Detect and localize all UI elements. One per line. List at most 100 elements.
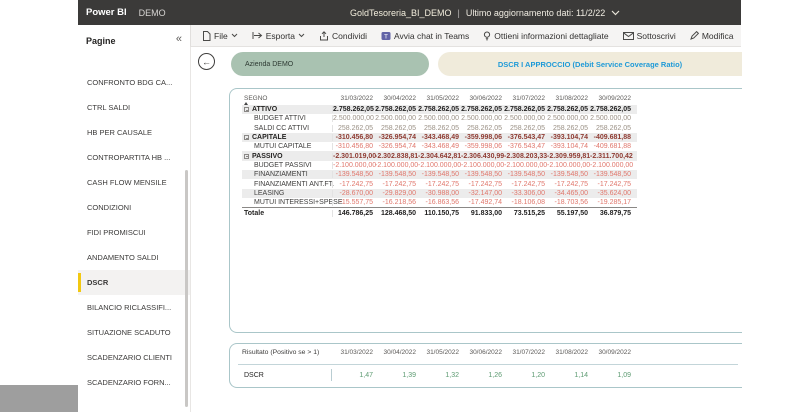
row-label: SALDI CC ATTIVI [254,124,310,132]
matrix-cell: -139.548,50 [550,171,588,179]
chevron-down-icon[interactable] [611,10,620,16]
title-separator: | [457,7,460,18]
matrix-column-header[interactable]: 31/07/2022 [504,95,547,102]
matrix-cell: -2.100.000,00 [461,161,505,169]
matrix-column-header[interactable]: 30/04/2022 [375,95,418,102]
sidebar-item-label: CONDIZIONI [87,203,132,212]
file-icon [202,30,211,41]
sidebar-item-scadenzario-clienti[interactable]: SCADENZARIO CLIENTI [78,345,190,370]
subscribe-icon [622,31,634,40]
sidebar-item-ctrl-saldi[interactable]: CTRL SALDI [78,95,190,120]
matrix-row-finanziamenti-ant-ft: FINANZIAMENTI ANT.FT. -17.242,75 -17.242,7… [242,179,637,188]
matrix-cell: -28.670,00 [332,189,375,197]
corner-label: SEGNO [244,95,268,102]
toolbar-avvia-chat-teams-button[interactable]: T Avvia chat in Teams [376,29,474,43]
company-slicer[interactable]: Azienda DEMO [231,52,429,76]
sidebar-item-fidi-promiscui[interactable]: FIDI PROMISCUI [78,220,190,245]
matrix-header-row: SEGNO 31/03/2022 30/04/2022 31/05/2022 30/06… [242,92,637,105]
collapse-row-icon[interactable] [244,135,249,141]
matrix-cell: -17.492,74 [468,199,502,207]
row-label: BUDGET ATTIVI [254,115,306,123]
report-toolbar: File Esporta Condividi T Avvia chat in Teams… [190,25,741,47]
share-icon [319,30,329,41]
matrix-cell: -19.285,17 [597,199,631,207]
toolbar-informazioni-button[interactable]: Ottieni informazioni dettagliate [478,29,613,43]
pages-list: CONFRONTO BDG CA... CTRL SALDI HB PER CAUS… [78,70,190,395]
sidebar-item-label: CONTROPARTITA HB ... [87,153,171,162]
chevron-down-icon [298,33,305,38]
matrix-cell: 258.262,05 [466,124,502,132]
matrix-column-header[interactable]: 31/05/2022 [418,95,461,102]
matrix-cell: 2.500.000,00 [504,115,545,123]
toolbar-condividi-button[interactable]: Condividi [314,29,372,43]
approach-slicer[interactable]: DSCR I APPROCCIO (Debit Service Coverage… [438,52,742,76]
collapse-row-icon[interactable] [244,107,249,113]
matrix-cell: -17.242,75 [468,180,502,188]
matrix-cell: -2.311.700,42 [590,152,633,160]
dscr-value-cell: 1,14 [574,371,588,379]
matrix-cell: -139.548,50 [421,171,459,179]
chevron-down-icon [231,33,238,38]
result-column-header: 30/09/2022 [598,349,631,356]
matrix-cell: 2.758.262,05 [375,106,416,114]
matrix-column-header[interactable]: 31/03/2022 [332,95,375,102]
sidebar-item-andamento-saldi[interactable]: ANDAMENTO SALDI [78,245,190,270]
matrix-corner-header[interactable]: SEGNO [242,95,332,105]
collapse-row-icon[interactable] [244,153,249,159]
row-label: FINANZIAMENTI [254,171,308,179]
toolbar-sottoscrivi-button[interactable]: Sottoscrivi [618,29,681,43]
toolbar-esporta-button[interactable]: Esporta [247,29,310,43]
sidebar-item-contropartita-hb[interactable]: CONTROPARTITA HB ... [78,145,190,170]
matrix-column-header[interactable]: 30/06/2022 [461,95,504,102]
insights-icon [483,31,491,41]
matrix-cell: -326.954,74 [378,143,416,151]
sidebar-item-label: SCADENZARIO FORN... [87,378,171,387]
matrix-column-header[interactable]: 30/09/2022 [590,95,633,102]
scrollbar[interactable] [185,170,188,407]
sidebar-item-bilancio-riclassifi[interactable]: BILANCIO RICLASSIFI... [78,295,190,320]
sidebar-item-cash-flow-mensile[interactable]: CASH FLOW MENSILE [78,170,190,195]
toolbar-avvia-chat-teams-label: Avvia chat in Teams [393,30,470,41]
sidebar-item-scadenzario-forn[interactable]: SCADENZARIO FORN... [78,370,190,395]
matrix-cell: 2.758.262,05 [418,106,459,114]
matrix-cell: 258.262,05 [509,124,545,132]
sidebar-item-label: SITUAZIONE SCADUTO [87,328,171,337]
matrix-cell: -326.954,74 [378,134,416,142]
matrix-cell: -2.100.000,00 [504,161,548,169]
matrix-cell: -15.557,75 [332,199,375,207]
sidebar-item-hb-per-causale[interactable]: HB PER CAUSALE [78,120,190,145]
matrix-cell: -409.681,88 [593,134,631,142]
matrix-cell: 2.758.262,05 [504,106,545,114]
report-title: GoldTesoreria_BI_DEMO [350,7,452,18]
sidebar-item-confronto-bdg-ca[interactable]: CONFRONTO BDG CA... [78,70,190,95]
sidebar-item-label: CASH FLOW MENSILE [87,178,167,187]
matrix-cell: 258.262,05 [380,124,416,132]
matrix-cell: -18.703,56 [554,199,588,207]
matrix-cell: -393.104,74 [550,134,588,142]
collapse-pane-icon[interactable]: « [176,33,182,45]
matrix-cell: 2.758.262,05 [332,106,374,114]
report-canvas: ← Azienda DEMO DSCR I APPROCCIO (Debit S… [190,47,742,412]
matrix-cell: 2.500.000,00 [461,115,502,123]
powerbi-logo: Power BI [86,7,127,18]
matrix-body: ATTIVO 2.758.262,05 2.758.262,05 2.758.262,… [242,105,637,218]
sidebar-item-situazione-scaduto[interactable]: SITUAZIONE SCADUTO [78,320,190,345]
matrix-cell: -343.468,49 [421,143,459,151]
sidebar-item-dscr[interactable]: DSCR [78,270,190,295]
row-label: PASSIVO [242,153,332,160]
matrix-cell: -393.104,74 [550,143,588,151]
matrix-cell: 110.150,75 [424,209,459,217]
sidebar-item-condizioni[interactable]: CONDIZIONI [78,195,190,220]
toolbar-modifica-button[interactable]: Modifica [685,29,739,43]
matrix-cell: -16.863,56 [425,199,459,207]
matrix-cell: 128.468,50 [380,209,416,217]
matrix-cell: 55.197,50 [556,209,588,217]
matrix-cell: -139.548,50 [332,171,375,179]
result-column-header: 30/04/2022 [383,349,416,356]
last-update-label: Ultimo aggiornamento dati: 11/2/22 [465,7,606,18]
matrix-cell: 2.500.000,00 [418,115,459,123]
matrix-column-header[interactable]: 31/08/2022 [547,95,590,102]
matrix-cell: 258.262,05 [552,124,588,132]
toolbar-file-button[interactable]: File [197,29,243,43]
back-button[interactable]: ← [198,53,215,70]
